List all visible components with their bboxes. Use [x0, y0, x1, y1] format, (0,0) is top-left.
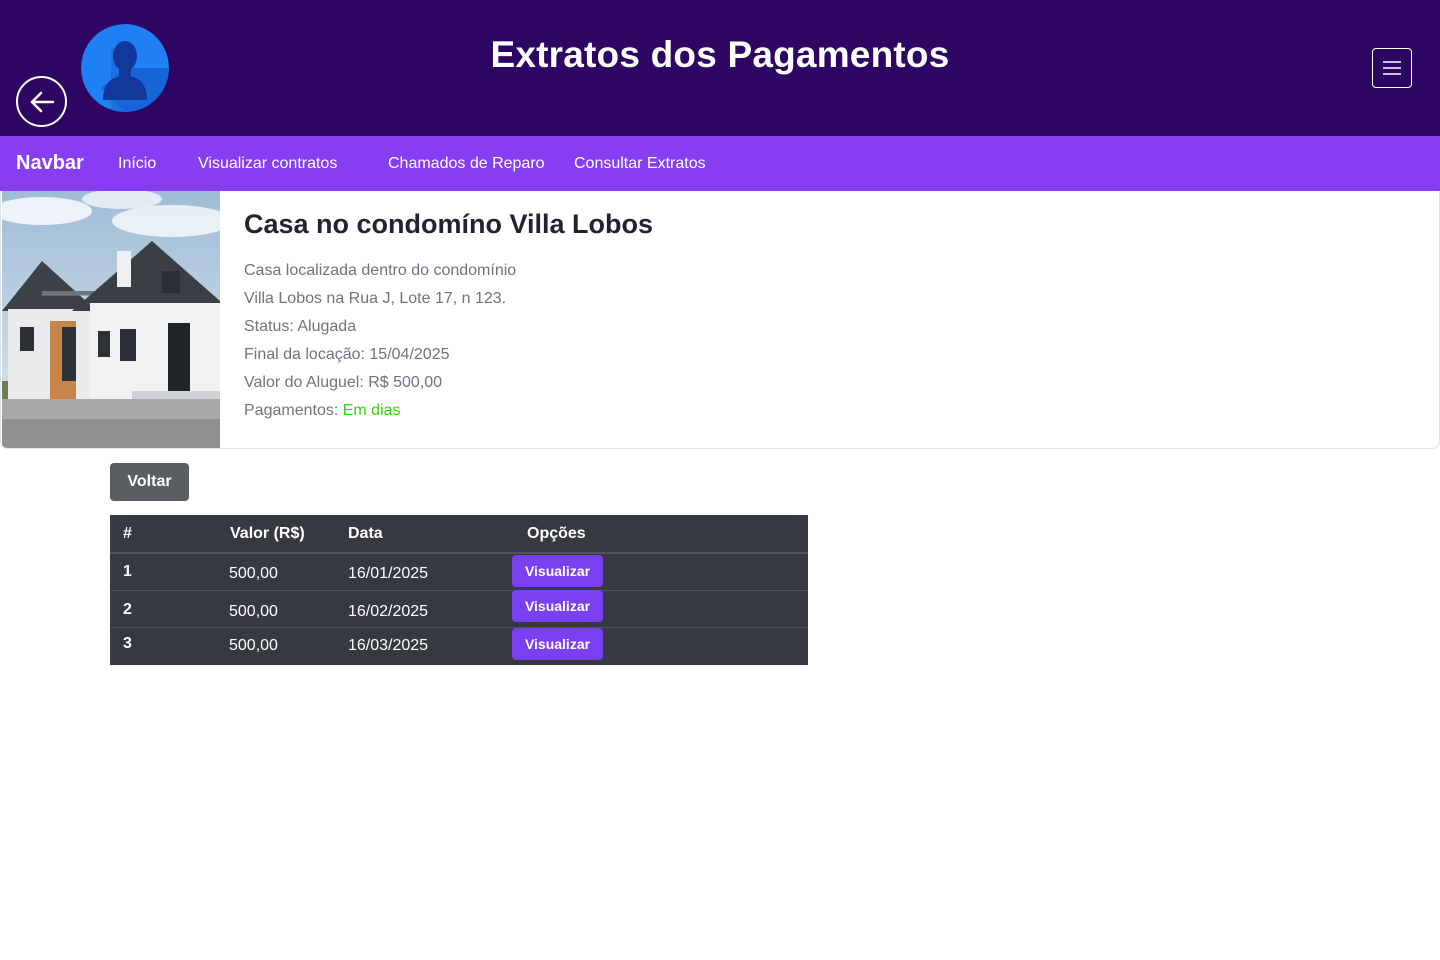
- property-status: Status: Alugada: [244, 318, 357, 335]
- back-button[interactable]: [16, 76, 67, 127]
- property-description-line2: Villa Lobos na Rua J, Lote 17, n 123.: [244, 290, 507, 307]
- table-header-options: Opções: [527, 525, 586, 542]
- row-3-value: 500,00: [229, 637, 278, 654]
- row-1-visualizar-button[interactable]: Visualizar: [512, 555, 603, 587]
- nav-link-visualizar-contratos[interactable]: Visualizar contratos: [198, 155, 337, 173]
- property-payments: Pagamentos: Em dias: [244, 402, 401, 420]
- property-title: Casa no condomíno Villa Lobos: [244, 209, 654, 239]
- row-divider: [110, 590, 808, 591]
- navbar-brand[interactable]: Navbar: [16, 152, 84, 175]
- page-header: Extratos dos Pagamentos: [0, 0, 1440, 136]
- arrow-left-circle-icon: [30, 91, 54, 112]
- page-title: Extratos dos Pagamentos: [490, 34, 950, 75]
- payments-status-badge: Em dias: [342, 402, 401, 419]
- property-end-date: Final da locação: 15/04/2025: [244, 346, 450, 363]
- main-navbar: Navbar Início Visualizar contratos Chama…: [0, 136, 1440, 191]
- row-2-date: 16/02/2025: [348, 603, 429, 620]
- row-2-visualizar-button[interactable]: Visualizar: [512, 590, 603, 622]
- property-rent-value: Valor do Aluguel: R$ 500,00: [244, 374, 443, 391]
- property-card: Casa no condomíno Villa Lobos Casa local…: [0, 191, 1440, 449]
- payments-table: # Valor (R$) Data Opções 1 500,00 16/01/…: [110, 515, 808, 665]
- header-divider: [110, 552, 808, 554]
- table-header-index: #: [123, 525, 132, 542]
- nav-link-inicio[interactable]: Início: [118, 155, 156, 173]
- property-description-line1: Casa localizada dentro do condomínio: [244, 262, 517, 279]
- row-2-value: 500,00: [229, 603, 278, 620]
- hamburger-menu-icon: [1383, 61, 1401, 75]
- row-1-value: 500,00: [229, 565, 278, 582]
- table-header-date: Data: [348, 525, 383, 542]
- voltar-button[interactable]: Voltar: [110, 463, 189, 501]
- nav-link-chamados-de-reparo[interactable]: Chamados de Reparo: [388, 155, 545, 173]
- nav-link-consultar-extratos[interactable]: Consultar Extratos: [574, 155, 706, 173]
- row-1-date: 16/01/2025: [348, 565, 429, 582]
- house-photo: [2, 191, 220, 448]
- row-divider: [110, 627, 808, 628]
- row-1-index: 1: [123, 563, 132, 580]
- row-3-visualizar-button[interactable]: Visualizar: [512, 628, 603, 660]
- menu-toggle-button[interactable]: [1372, 48, 1412, 88]
- payments-label: Pagamentos:: [244, 402, 339, 419]
- row-3-index: 3: [123, 635, 132, 652]
- row-3-date: 16/03/2025: [348, 637, 429, 654]
- table-header-value: Valor (R$): [230, 525, 305, 542]
- row-2-index: 2: [123, 601, 132, 618]
